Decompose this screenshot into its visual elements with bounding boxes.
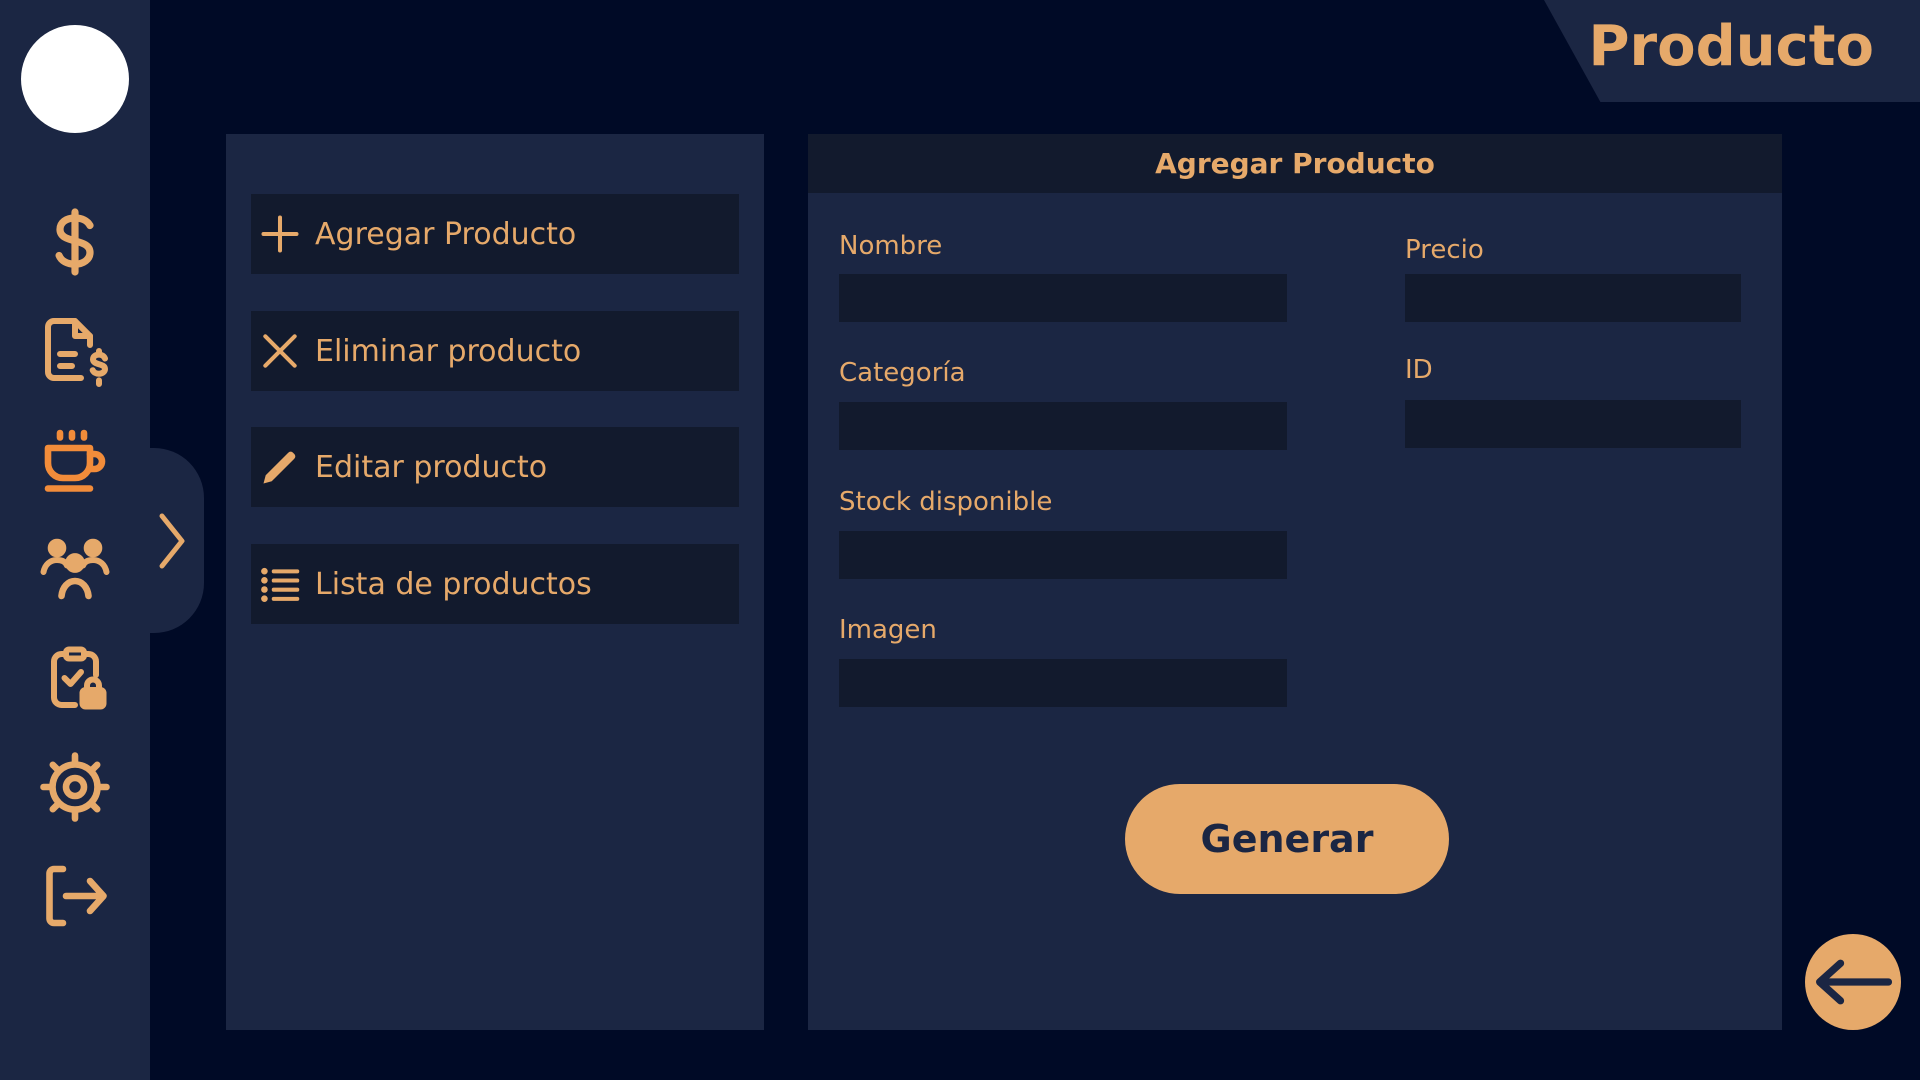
precio-field[interactable] [1405, 274, 1741, 322]
logout-icon[interactable] [35, 856, 115, 936]
plus-icon [255, 209, 305, 259]
close-icon [255, 326, 305, 376]
add-product-form: Agregar Producto Nombre Precio Categoría… [808, 134, 1782, 1030]
categoria-field[interactable] [839, 402, 1287, 450]
delete-product-button[interactable]: Eliminar producto [251, 311, 739, 391]
chevron-right-icon [159, 513, 185, 568]
avatar[interactable] [21, 25, 129, 133]
id-field[interactable] [1405, 400, 1741, 448]
arrow-left-icon [1816, 959, 1893, 1005]
add-product-button[interactable]: Agregar Producto [251, 194, 739, 274]
dollar-icon[interactable] [35, 202, 115, 282]
imagen-field[interactable] [839, 659, 1287, 707]
categoria-label: Categoría [839, 358, 966, 388]
product-menu-panel: Agregar Producto Eliminar producto Edita… [226, 134, 764, 1030]
form-header: Agregar Producto [808, 134, 1782, 193]
product-list-button[interactable]: Lista de productos [251, 544, 739, 624]
menu-item-label: Eliminar producto [315, 333, 582, 369]
menu-item-label: Agregar Producto [315, 216, 577, 252]
sidebar-expand-tab[interactable] [150, 448, 204, 633]
stock-label: Stock disponible [839, 487, 1053, 517]
imagen-label: Imagen [839, 615, 937, 645]
pencil-icon [255, 442, 305, 492]
invoice-icon[interactable] [35, 311, 115, 391]
stock-field[interactable] [839, 531, 1287, 579]
list-icon [255, 559, 305, 609]
edit-product-button[interactable]: Editar producto [251, 427, 739, 507]
clipboard-lock-icon[interactable] [35, 638, 115, 718]
nombre-field[interactable] [839, 274, 1287, 322]
nombre-label: Nombre [839, 231, 943, 261]
menu-item-label: Editar producto [315, 449, 548, 485]
back-button[interactable] [1805, 934, 1901, 1030]
menu-item-label: Lista de productos [315, 566, 592, 602]
coffee-cup-icon[interactable] [35, 420, 115, 500]
sidebar [0, 0, 150, 1080]
page-title: Producto [1588, 14, 1874, 79]
generate-button[interactable]: Generar [1125, 784, 1449, 894]
id-label: ID [1405, 355, 1433, 385]
settings-icon[interactable] [35, 747, 115, 827]
form-title: Agregar Producto [1155, 147, 1435, 180]
users-icon[interactable] [35, 529, 115, 609]
precio-label: Precio [1405, 235, 1484, 265]
